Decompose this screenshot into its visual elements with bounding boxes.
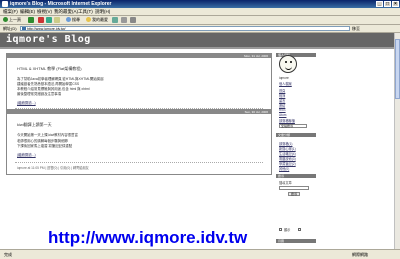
mail-icon[interactable] [121,17,127,23]
checkbox-label: 顯示 [284,228,291,232]
avatar-eye [290,61,292,63]
profile-nickname: iqmore [279,76,289,80]
checkbox[interactable] [279,228,282,231]
sidebar-nav-syndication[interactable]: 部落格聯播 [279,118,295,123]
title-bar: iqmore's Blog - Microsoft Internet Explo… [0,0,400,8]
post-line: 下課後回家馬上複習,寫筆記記錄重點 [17,144,73,148]
history-icon[interactable] [112,17,118,23]
blog-header: iqmore's Blog [0,33,394,47]
page-viewport: iqmore's Blog Mon, 31 Jul, 2006 HTML & X… [0,33,394,249]
back-button[interactable]: 上一頁 [3,17,21,23]
address-value: http://www.iqmore.idv.tw/ [27,27,66,31]
maximize-button[interactable]: □ [384,1,391,7]
address-label: 網址(D) [3,26,17,31]
categories-heading: 文章分類 [276,133,316,137]
search-heading: 搜尋 [276,174,316,178]
print-icon[interactable] [130,17,136,23]
site-url-overlay: http://www.iqmore.idv.tw [48,228,248,247]
menu-favorites[interactable]: 我的最愛(A) [54,9,78,15]
blog-title[interactable]: iqmore's Blog [6,34,91,46]
menu-file[interactable]: 檔案(F) [3,9,18,15]
search-input[interactable] [279,186,309,190]
window-title: iqmore's Blog - Microsoft Internet Explo… [10,1,112,7]
category-item[interactable]: 其他(0) [279,166,289,171]
ie-icon [2,1,8,7]
back-arrow-icon [3,17,8,23]
search-label: 搜尋文章 [279,181,292,185]
favorites-button[interactable]: 我的最愛 [86,17,108,23]
minimize-button[interactable]: _ [376,1,383,7]
stop-icon[interactable] [38,17,44,23]
sidebar: 個人資料 iqmore 個人檔案 首頁 相簿 留言 連結 RSS Atom 部落… [276,49,394,249]
post-date: Mon, 31 Jul, 2006 [7,54,271,58]
post-footer[interactable]: iqmore at 11:05 PM | 迴響(0) | 引用(0) | 轉寄給… [17,165,89,170]
address-field[interactable]: http://www.iqmore.idv.tw/ [20,26,350,31]
avatar-mouth [285,66,292,70]
search-submit-button[interactable]: 搜尋 [288,192,301,196]
sidebar-nav-atom[interactable]: Atom [279,113,286,117]
post-divider [15,162,263,163]
address-bar: 網址(D) http://www.iqmore.idv.tw/ 移至 [0,25,400,33]
read-more-link[interactable]: (繼續閱讀...) [17,152,36,157]
scrollbar-thumb[interactable] [395,39,400,99]
avatar-eye [285,61,287,63]
star-icon [86,17,91,23]
post-2: Sun, 30 Jul, 2006 kiwi翻譯上讀第一天 今天開始第一天上課,… [6,109,272,175]
close-button[interactable]: × [392,1,399,7]
post-line: 今天開始第一天上課,kiwi教材內容很豐富 [17,133,78,137]
search-button[interactable]: 搜尋 [66,17,80,23]
post-line: 最後整理常見錯誤及注意事項 [17,92,62,96]
menu-view[interactable]: 檢視(V) [37,9,52,15]
go-button[interactable]: 移至 [352,26,368,31]
checkbox[interactable] [298,228,301,231]
forward-arrow-icon[interactable] [28,17,34,23]
page-icon [22,27,26,30]
post-title[interactable]: HTML & XHTML 教學 (Flat架構教程) [17,66,82,72]
home-icon[interactable] [54,17,60,23]
vertical-scrollbar[interactable] [394,33,400,249]
browser-window: iqmore's Blog - Microsoft Internet Explo… [0,0,400,259]
sidebar-select[interactable]: 全站搜尋 [279,124,307,128]
menu-tools[interactable]: 工具(T) [78,9,93,15]
menu-edit[interactable]: 編輯(E) [20,9,35,15]
avatar[interactable] [279,55,297,73]
profile-link[interactable]: 個人檔案 [279,81,292,86]
post-date: Sun, 30 Jul, 2006 [7,110,271,114]
menu-help[interactable]: 說明(H) [95,9,110,15]
menu-bar: 檔案(F) 編輯(E) 檢視(V) 我的最愛(A) 工具(T) 說明(H) [0,8,400,16]
refresh-icon[interactable] [46,17,52,23]
read-more-link[interactable]: (繼續閱讀...) [17,100,36,105]
post-title[interactable]: kiwi翻譯上讀第一天 [17,122,52,128]
toolbar: 上一頁 搜尋 我的最愛 [0,16,400,25]
calendar-heading: 月曆 [276,239,316,243]
search-icon [66,17,71,23]
sidebar-nav-rss[interactable]: RSS [279,108,286,112]
